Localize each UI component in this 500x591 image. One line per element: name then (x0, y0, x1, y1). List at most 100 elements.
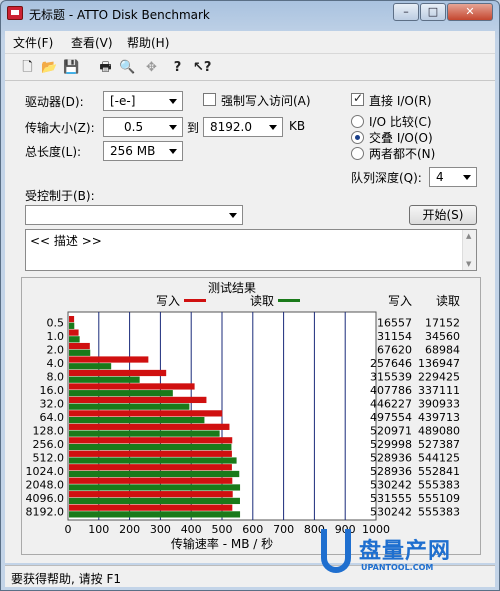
force-write-checkbox[interactable] (203, 93, 216, 106)
read-bar (69, 497, 240, 505)
transfer-to-select[interactable]: 8192.0 (203, 117, 283, 137)
watermark-brand: 盘量产网 (359, 539, 452, 564)
read-bar (69, 511, 241, 518)
close-button[interactable]: ✕ (447, 3, 493, 21)
y-tick-label: 256.0 (33, 438, 65, 451)
write-value-label: 520971 (370, 424, 412, 437)
read-bar (69, 484, 241, 491)
write-bar (69, 437, 233, 444)
watermark-site: UPANTOOL.COM (361, 563, 434, 572)
new-file-icon[interactable]: 🗋 (19, 59, 36, 76)
x-tick-label: 400 (181, 523, 202, 536)
x-tick-label: 600 (242, 523, 263, 536)
read-bar (69, 470, 240, 478)
read-bar (69, 322, 75, 329)
write-value-label: 497554 (370, 411, 412, 424)
write-bar (69, 369, 167, 377)
read-value-label: 489080 (418, 424, 460, 437)
write-bar (69, 477, 233, 484)
chart-title: 测试结果 (208, 280, 256, 295)
drive-select[interactable]: [-e-] (103, 91, 183, 111)
chevron-down-icon (166, 120, 180, 134)
drive-label: 驱动器(D): (25, 95, 84, 109)
scroll-up-icon[interactable]: ▲ (466, 232, 471, 240)
move-icon[interactable]: ✥ (143, 59, 160, 76)
overlapped-io-label: 交叠 I/O(O) (369, 131, 433, 145)
write-bar (69, 396, 207, 404)
transfer-from-select[interactable]: 0.5 (103, 117, 183, 137)
scroll-down-icon[interactable]: ▼ (466, 260, 471, 268)
chevron-down-icon (460, 170, 474, 184)
read-bar (69, 376, 140, 383)
context-help-icon[interactable]: ↖? (193, 59, 211, 76)
write-value-label: 446227 (370, 398, 412, 411)
watermark: 盘量产网 UPANTOOL.COM (321, 529, 496, 589)
read-bar (69, 457, 237, 464)
drive-value: [-e-] (110, 94, 136, 108)
controlled-by-select[interactable] (25, 205, 243, 225)
y-tick-label: 1.0 (47, 330, 65, 343)
chevron-down-icon (166, 144, 180, 158)
write-value-label: 315539 (370, 371, 412, 384)
window-title: 无标题 - ATTO Disk Benchmark (29, 8, 210, 22)
write-bar (69, 342, 90, 350)
status-text: 要获得帮助, 请按 F1 (11, 572, 121, 586)
title-bar[interactable]: 无标题 - ATTO Disk Benchmark – □ ✕ (1, 1, 499, 27)
legend-write-swatch (184, 299, 206, 302)
total-length-select[interactable]: 256 MB (103, 141, 183, 161)
read-value-label: 555383 (418, 505, 460, 518)
y-tick-label: 8.0 (47, 371, 65, 384)
results-chart: 测试结果 写入 读取 写入 读取 0 100 200 300 400 500 600 700 8… (26, 280, 461, 551)
write-bar (69, 383, 195, 390)
menu-bar: 文件(F) 查看(V) 帮助(H) (5, 31, 495, 53)
minimize-button[interactable]: – (393, 3, 419, 21)
read-value-label: 229425 (418, 371, 460, 384)
watermark-logo-icon (321, 529, 351, 573)
write-value-label: 530242 (370, 505, 412, 518)
neither-radio[interactable] (351, 147, 364, 160)
menu-view[interactable]: 查看(V) (71, 34, 113, 51)
y-tick-label: 128.0 (33, 424, 65, 437)
description-scrollbar[interactable]: ▲ ▼ (462, 230, 476, 270)
x-tick-label: 200 (119, 523, 140, 536)
menu-help[interactable]: 帮助(H) (127, 34, 169, 51)
maximize-button[interactable]: □ (420, 3, 446, 21)
legend-read-label: 读取 (250, 294, 274, 308)
write-bar (69, 316, 75, 323)
menu-file[interactable]: 文件(F) (13, 34, 53, 51)
queue-depth-select[interactable]: 4 (429, 167, 477, 187)
y-tick-label: 64.0 (40, 411, 65, 424)
write-bar (69, 410, 223, 417)
direct-io-checkbox[interactable] (351, 91, 364, 106)
chevron-down-icon (166, 94, 180, 108)
read-value-label: 34560 (425, 330, 460, 343)
write-value-label: 31154 (377, 330, 412, 343)
total-length-value: 256 MB (110, 144, 156, 158)
chevron-down-icon (226, 208, 240, 222)
y-tick-label: 4096.0 (26, 492, 65, 505)
overlapped-io-radio[interactable] (351, 131, 364, 144)
write-value-label: 528936 (370, 451, 412, 464)
save-icon[interactable]: 💾 (63, 59, 80, 76)
direct-io-label: 直接 I/O(R) (369, 94, 432, 108)
y-tick-label: 4.0 (47, 357, 65, 370)
write-value-label: 531555 (370, 492, 412, 505)
start-button[interactable]: 开始(S) (409, 205, 477, 225)
open-folder-icon[interactable]: 📂 (41, 59, 58, 76)
read-value-label: 552841 (418, 465, 460, 478)
x-tick-label: 500 (212, 523, 233, 536)
help-icon[interactable]: ? (169, 59, 186, 76)
print-icon[interactable]: 🖶 (97, 59, 114, 76)
app-window: 无标题 - ATTO Disk Benchmark – □ ✕ 文件(F) 查看… (0, 0, 500, 591)
read-column-header: 读取 (436, 294, 460, 308)
results-panel: 测试结果 写入 读取 写入 读取 0 100 200 300 400 500 600 700 8… (21, 277, 481, 555)
read-bar (69, 443, 232, 451)
print-preview-icon[interactable]: 🔍 (119, 59, 136, 76)
io-compare-radio[interactable] (351, 115, 364, 128)
transfer-size-label: 传输大小(Z): (25, 121, 95, 135)
x-tick-label: 100 (88, 523, 109, 536)
description-text: << 描述 >> (30, 234, 102, 248)
chevron-down-icon (266, 120, 280, 134)
write-value-label: 257646 (370, 357, 412, 370)
description-textarea[interactable]: << 描述 >> ▲ ▼ (25, 229, 477, 271)
